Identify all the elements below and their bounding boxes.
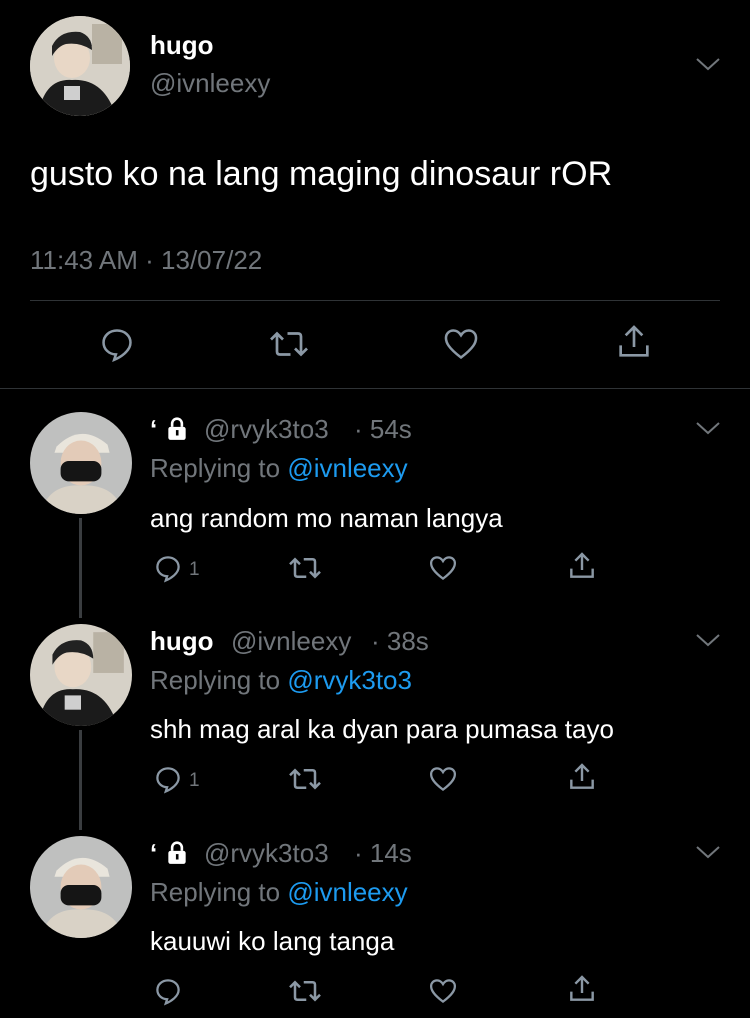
divider bbox=[30, 300, 720, 301]
replying-prefix: Replying to bbox=[150, 877, 281, 907]
reply-time[interactable]: · 54s bbox=[354, 414, 412, 445]
reply-icon[interactable] bbox=[98, 325, 136, 363]
avatar-rvyk-image bbox=[30, 836, 132, 938]
like-icon[interactable] bbox=[427, 553, 459, 583]
main-timestamp[interactable]: 11:43 AM · 13/07/22 bbox=[30, 245, 262, 276]
share-icon[interactable] bbox=[614, 322, 654, 362]
replying-to: Replying to @ivnleexy bbox=[150, 877, 408, 908]
divider bbox=[0, 388, 750, 389]
replying-to: Replying to @ivnleexy bbox=[150, 453, 408, 484]
reply-handle[interactable]: @ivnleexy bbox=[231, 626, 351, 657]
share-icon[interactable] bbox=[566, 761, 598, 793]
chevron-down-icon[interactable] bbox=[694, 630, 722, 650]
reply-count: 1 bbox=[189, 559, 200, 580]
retweet-icon[interactable] bbox=[287, 553, 323, 583]
chevron-down-icon[interactable] bbox=[694, 418, 722, 438]
reply-display-name[interactable]: ʻ bbox=[150, 414, 157, 445]
thread-line bbox=[79, 518, 82, 618]
replying-prefix: Replying to bbox=[150, 453, 281, 483]
like-icon[interactable] bbox=[427, 976, 459, 1006]
reply-display-name[interactable]: hugo bbox=[150, 626, 214, 657]
retweet-icon[interactable] bbox=[287, 764, 323, 794]
main-handle[interactable]: @ivnleexy bbox=[150, 68, 270, 99]
main-display-name[interactable]: hugo bbox=[150, 30, 214, 61]
avatar[interactable] bbox=[30, 16, 130, 116]
reply-display-name[interactable]: ʻ bbox=[150, 838, 157, 869]
lock-icon bbox=[164, 416, 190, 442]
avatar-hugo-image bbox=[30, 16, 130, 116]
reply-time[interactable]: · 14s bbox=[354, 838, 412, 869]
reply-handle[interactable]: @rvyk3to3 bbox=[204, 414, 329, 445]
replying-handle-link[interactable]: @rvyk3to3 bbox=[287, 665, 412, 695]
reply-icon[interactable] bbox=[153, 764, 183, 794]
avatar-hugo-image bbox=[30, 624, 132, 726]
retweet-icon[interactable] bbox=[287, 976, 323, 1006]
chevron-down-icon[interactable] bbox=[694, 54, 722, 74]
like-icon[interactable] bbox=[427, 764, 459, 794]
replying-handle-link[interactable]: @ivnleexy bbox=[287, 453, 407, 483]
thread-line bbox=[79, 730, 82, 830]
retweet-icon[interactable] bbox=[268, 325, 310, 363]
share-icon[interactable] bbox=[566, 973, 598, 1005]
reply-icon[interactable] bbox=[153, 553, 183, 583]
avatar-rvyk-image bbox=[30, 412, 132, 514]
replying-handle-link[interactable]: @ivnleexy bbox=[287, 877, 407, 907]
avatar[interactable] bbox=[30, 624, 132, 726]
avatar[interactable] bbox=[30, 836, 132, 938]
reply-count: 1 bbox=[189, 770, 200, 791]
reply-text: shh mag aral ka dyan para pumasa tayo bbox=[150, 714, 614, 744]
reply-time[interactable]: · 38s bbox=[371, 626, 429, 657]
reply-handle[interactable]: @rvyk3to3 bbox=[204, 838, 329, 869]
reply-text: ang random mo naman langya bbox=[150, 503, 503, 533]
replying-to: Replying to @rvyk3to3 bbox=[150, 665, 412, 696]
reply-icon[interactable] bbox=[153, 976, 183, 1006]
replying-prefix: Replying to bbox=[150, 665, 281, 695]
reply-text: kauuwi ko lang tanga bbox=[150, 926, 395, 956]
lock-icon bbox=[164, 840, 190, 866]
like-icon[interactable] bbox=[441, 325, 481, 363]
main-tweet-text: gusto ko na lang maging dinosaur rOR bbox=[30, 155, 613, 193]
share-icon[interactable] bbox=[566, 550, 598, 582]
chevron-down-icon[interactable] bbox=[694, 842, 722, 862]
avatar[interactable] bbox=[30, 412, 132, 514]
